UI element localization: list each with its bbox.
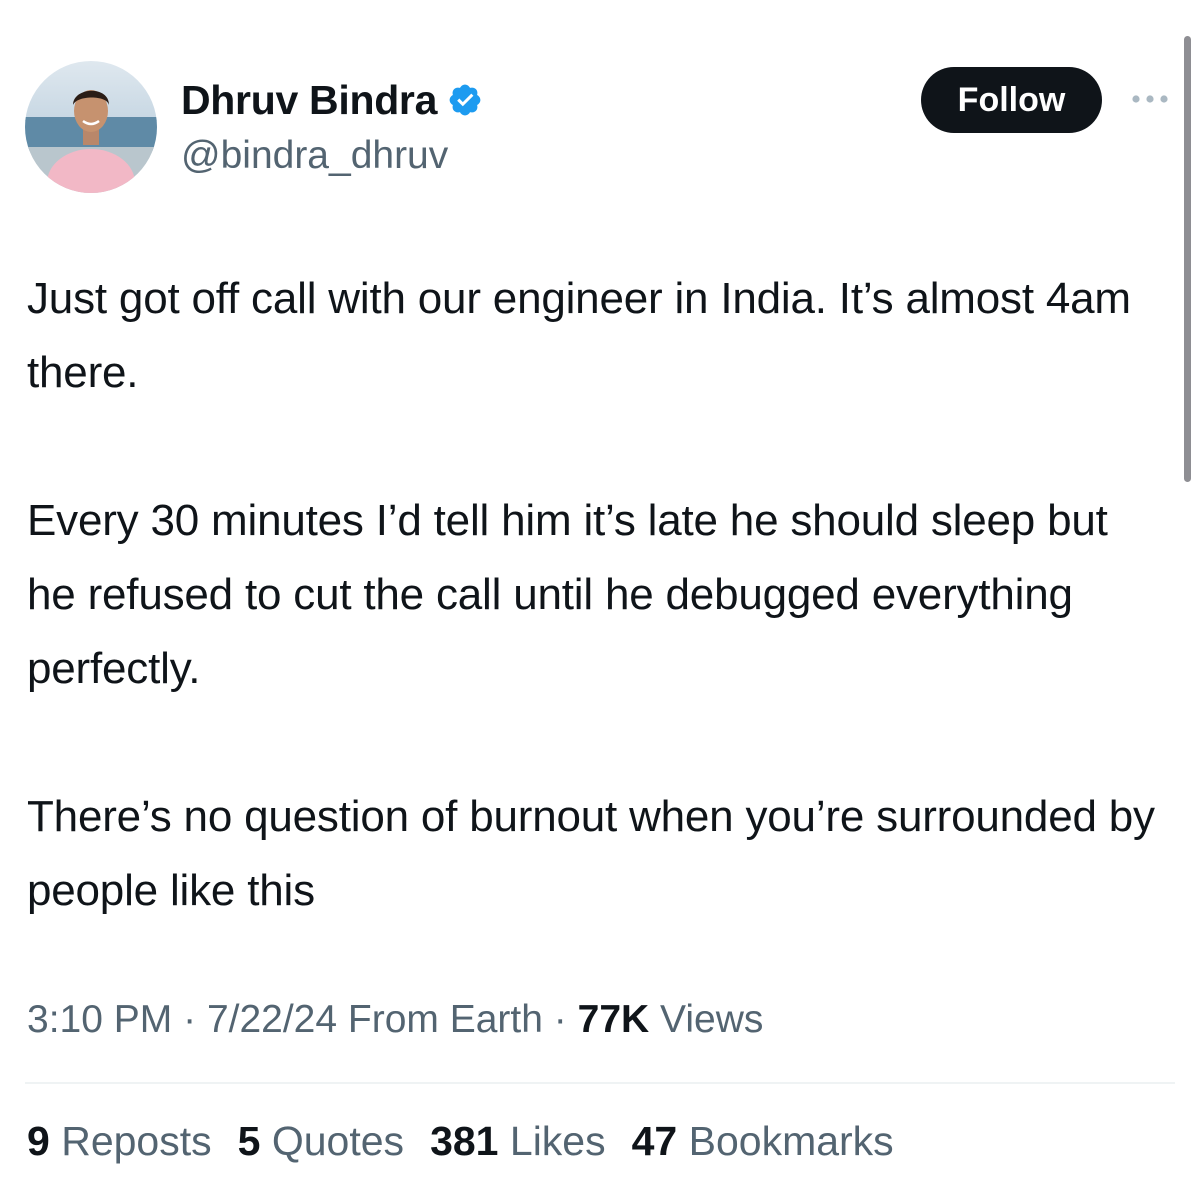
tweet-meta: 3:10 PM · 7/22/24 From Earth · 77K Views: [27, 998, 763, 1042]
bookmarks-count: 47: [631, 1118, 678, 1164]
bookmarks-label: Bookmarks: [688, 1118, 894, 1164]
tweet-paragraph: Just got off call with our engineer in I…: [27, 274, 1131, 397]
reposts-label: Reposts: [61, 1118, 212, 1164]
more-horizontal-icon[interactable]: [1128, 90, 1172, 108]
tweet-time[interactable]: 3:10 PM: [27, 998, 172, 1041]
views-label: Views: [660, 998, 764, 1041]
avatar[interactable]: [25, 61, 157, 193]
engagement-stats: 9 Reposts 5 Quotes 381 Likes 47 Bookmark…: [27, 1118, 920, 1165]
likes-label: Likes: [509, 1118, 606, 1164]
tweet-paragraph: There’s no question of burnout when you’…: [27, 792, 1155, 915]
author-handle[interactable]: @bindra_dhruv: [181, 134, 448, 178]
author-display-name[interactable]: Dhruv Bindra: [181, 77, 437, 124]
views-count: 77K: [577, 998, 650, 1041]
tweet-source: From Earth: [347, 998, 543, 1041]
quotes-label: Quotes: [271, 1118, 405, 1164]
reposts-count: 9: [27, 1118, 50, 1164]
tweet-paragraph: Every 30 minutes I’d tell him it’s late …: [27, 496, 1108, 693]
quotes-count: 5: [237, 1118, 261, 1164]
scrollbar[interactable]: [1184, 36, 1191, 482]
meta-separator: ·: [183, 998, 197, 1041]
bookmarks-stat[interactable]: 47 Bookmarks: [632, 1118, 894, 1165]
avatar-photo: [25, 61, 157, 193]
follow-button[interactable]: Follow: [921, 67, 1102, 133]
divider: [25, 1082, 1175, 1084]
reposts-stat[interactable]: 9 Reposts: [27, 1118, 212, 1165]
tweet-body: Just got off call with our engineer in I…: [27, 262, 1157, 928]
meta-separator: ·: [553, 998, 567, 1041]
verified-badge-icon[interactable]: [447, 82, 483, 118]
quotes-stat[interactable]: 5 Quotes: [238, 1118, 404, 1165]
author-name-row: Dhruv Bindra: [181, 74, 483, 126]
tweet-date[interactable]: 7/22/24: [207, 998, 337, 1041]
likes-count: 381: [430, 1118, 499, 1164]
likes-stat[interactable]: 381 Likes: [430, 1118, 606, 1165]
